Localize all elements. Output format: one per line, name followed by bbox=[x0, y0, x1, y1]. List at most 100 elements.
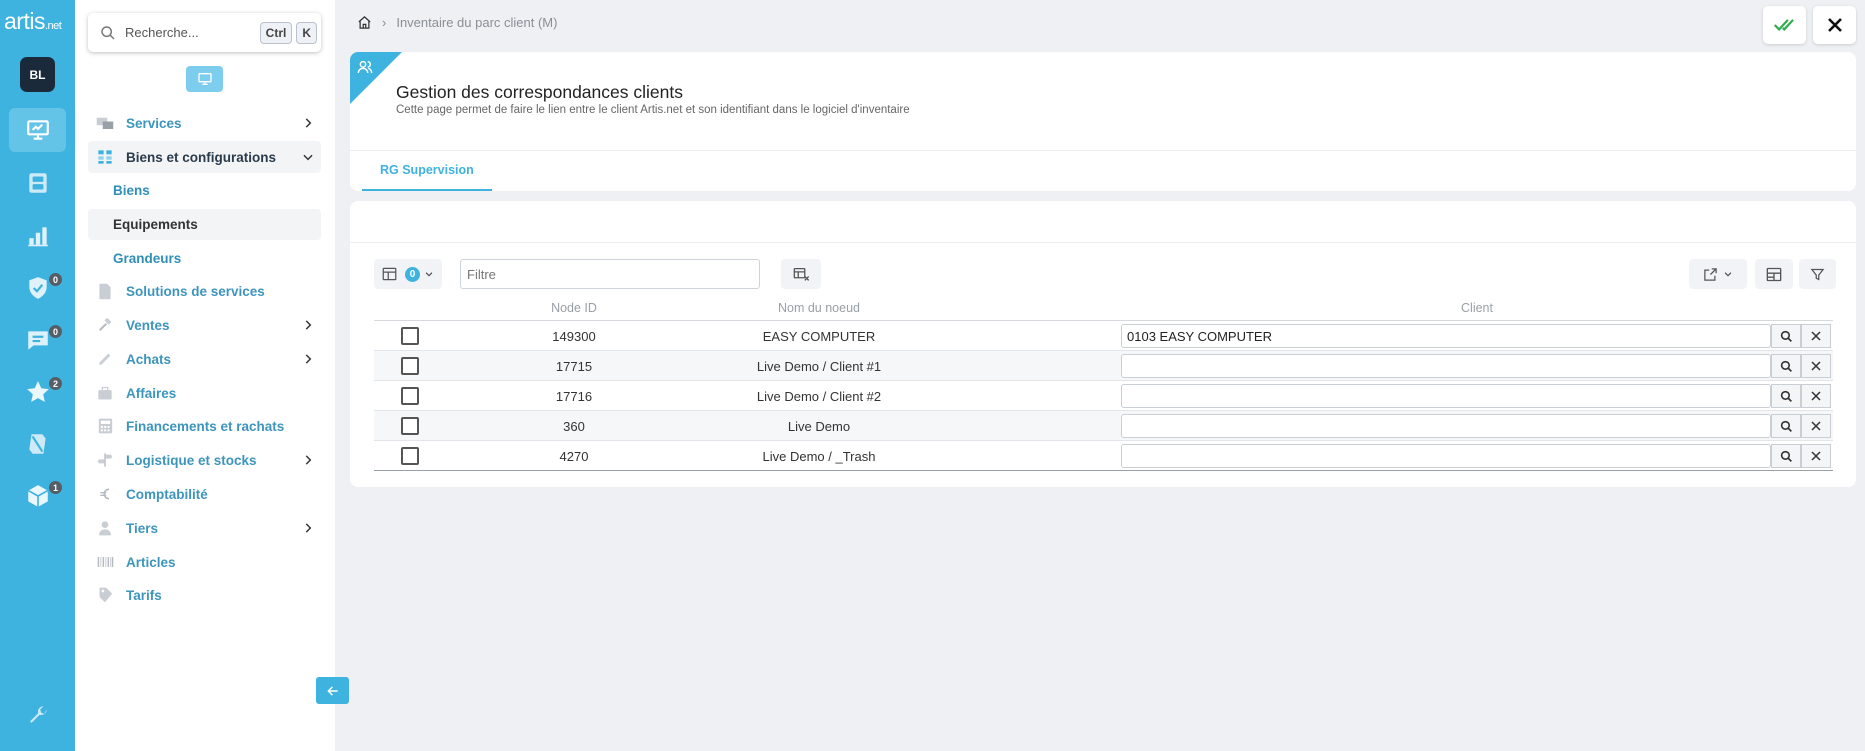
app-rail: artis.net BL 0 0 2 1 bbox=[0, 0, 75, 751]
clear-filter-button[interactable] bbox=[781, 259, 821, 289]
monitor-icon bbox=[26, 120, 49, 140]
client-field[interactable] bbox=[1121, 384, 1771, 408]
sidebar-item-affaires[interactable]: Affaires bbox=[88, 377, 321, 409]
client-field[interactable] bbox=[1121, 444, 1771, 468]
sidebar-subitem-biens[interactable]: Biens bbox=[88, 175, 321, 206]
client-clear-button[interactable] bbox=[1801, 444, 1831, 468]
filter-input[interactable] bbox=[460, 259, 760, 289]
client-clear-button[interactable] bbox=[1801, 384, 1831, 408]
columns-icon bbox=[1766, 267, 1782, 281]
favorites-badge: 2 bbox=[48, 376, 63, 391]
document-icon bbox=[96, 282, 114, 300]
table-header: Node ID Nom du noeud Client bbox=[374, 297, 1833, 321]
sidebar-item-label: Tiers bbox=[126, 520, 159, 536]
column-header-node-id[interactable]: Node ID bbox=[524, 301, 624, 315]
breadcrumb-current[interactable]: Inventaire du parc client (M) bbox=[396, 15, 557, 30]
rail-monitor-button[interactable] bbox=[9, 108, 66, 152]
column-header-node-name[interactable]: Nom du noeud bbox=[689, 301, 949, 315]
header-card: Gestion des correspondances clients Cett… bbox=[350, 52, 1856, 191]
row-checkbox[interactable] bbox=[401, 417, 419, 435]
sidebar-subitem-grandeurs[interactable]: Grandeurs bbox=[88, 243, 321, 274]
sidebar-item-services[interactable]: Services bbox=[88, 107, 321, 139]
client-search-button[interactable] bbox=[1771, 444, 1801, 468]
tab-rg-supervision[interactable]: RG Supervision bbox=[362, 151, 492, 191]
close-button[interactable] bbox=[1813, 6, 1856, 44]
sidebar-item-achats[interactable]: Achats bbox=[88, 343, 321, 375]
barcode-icon bbox=[96, 553, 114, 571]
sidebar-item-logistique[interactable]: Logistique et stocks bbox=[88, 444, 321, 476]
close-icon bbox=[1811, 391, 1821, 401]
client-search-button[interactable] bbox=[1771, 384, 1801, 408]
chevron-right-icon bbox=[305, 523, 312, 533]
monitor-icon bbox=[197, 73, 212, 85]
row-checkbox[interactable] bbox=[401, 357, 419, 375]
client-clear-button[interactable] bbox=[1801, 414, 1831, 438]
table-card: 0 Node ID Nom du noeud Client 149300 EAS… bbox=[350, 201, 1856, 487]
selected-count-badge: 0 bbox=[405, 266, 420, 282]
sidebar-subitem-equipements[interactable]: Equipements bbox=[88, 209, 321, 240]
rail-favorites-button[interactable]: 2 bbox=[9, 370, 66, 414]
signpost-icon bbox=[96, 451, 114, 469]
rail-assets-button[interactable] bbox=[9, 161, 66, 205]
row-checkbox[interactable] bbox=[401, 387, 419, 405]
client-field[interactable]: 0103 EASY COMPUTER bbox=[1121, 324, 1771, 348]
rail-packages-button[interactable]: 1 bbox=[9, 474, 66, 518]
search-icon bbox=[1780, 450, 1792, 462]
sidebar-item-tiers[interactable]: Tiers bbox=[88, 512, 321, 544]
search-box[interactable]: Recherche... Ctrl K bbox=[88, 13, 321, 52]
funnel-icon bbox=[1810, 268, 1825, 281]
search-icon bbox=[1780, 390, 1792, 402]
external-link-icon bbox=[1704, 267, 1717, 281]
rail-settings-button[interactable] bbox=[9, 694, 66, 738]
table-card-divider bbox=[350, 242, 1856, 243]
rail-stats-button[interactable] bbox=[9, 214, 66, 258]
chevron-down-icon bbox=[425, 272, 433, 277]
layout-button[interactable] bbox=[1755, 259, 1793, 289]
client-clear-button[interactable] bbox=[1801, 354, 1831, 378]
scroll-icon bbox=[28, 434, 46, 454]
node-id-cell: 149300 bbox=[552, 328, 596, 344]
sidebar-item-tarifs[interactable]: Tarifs bbox=[88, 579, 321, 611]
sidebar-item-label: Ventes bbox=[126, 317, 170, 333]
collapse-sidebar-button[interactable] bbox=[316, 677, 349, 704]
filter-button[interactable] bbox=[1799, 259, 1836, 289]
sidebar-item-label: Biens et configurations bbox=[126, 149, 277, 165]
sidebar-item-biens-configurations[interactable]: Biens et configurations bbox=[88, 141, 321, 173]
home-icon[interactable] bbox=[357, 15, 372, 30]
user-avatar[interactable]: BL bbox=[20, 57, 55, 92]
shortcut-k-key: K bbox=[296, 21, 317, 44]
rail-scripts-button[interactable] bbox=[9, 422, 66, 466]
artis-logo[interactable]: artis.net bbox=[4, 8, 62, 35]
client-search-button[interactable] bbox=[1771, 324, 1801, 348]
row-checkbox[interactable] bbox=[401, 447, 419, 465]
context-monitor-button[interactable] bbox=[186, 66, 223, 92]
sidebar-item-solutions[interactable]: Solutions de services bbox=[88, 275, 321, 307]
table-row: 4270 Live Demo / _Trash bbox=[374, 441, 1833, 471]
export-button[interactable] bbox=[1689, 259, 1747, 289]
sidebar-item-articles[interactable]: Articles bbox=[88, 546, 321, 578]
breadcrumb: › Inventaire du parc client (M) bbox=[357, 15, 557, 30]
close-icon bbox=[1811, 421, 1821, 431]
page-subtitle: Cette page permet de faire le lien entre… bbox=[396, 104, 910, 116]
sidebar: Recherche... Ctrl K Services Biens et co… bbox=[75, 0, 335, 751]
column-selection-button[interactable]: 0 bbox=[374, 259, 442, 289]
sidebar-item-label: Services bbox=[126, 115, 182, 131]
rail-checks-button[interactable]: 0 bbox=[9, 266, 66, 310]
client-search-button[interactable] bbox=[1771, 414, 1801, 438]
sidebar-item-comptabilite[interactable]: Comptabilité bbox=[88, 478, 321, 510]
node-id-cell: 4270 bbox=[559, 448, 589, 464]
briefcase-icon bbox=[96, 384, 114, 402]
client-field[interactable] bbox=[1121, 414, 1771, 438]
sidebar-item-ventes[interactable]: Ventes bbox=[88, 309, 321, 341]
row-checkbox[interactable] bbox=[401, 327, 419, 345]
sidebar-item-financements[interactable]: Financements et rachats bbox=[88, 410, 321, 442]
grid-icon bbox=[96, 148, 114, 166]
column-header-client[interactable]: Client bbox=[1121, 301, 1833, 315]
client-clear-button[interactable] bbox=[1801, 324, 1831, 348]
page-title: Gestion des correspondances clients bbox=[396, 82, 683, 102]
validate-button[interactable] bbox=[1763, 6, 1806, 44]
client-search-button[interactable] bbox=[1771, 354, 1801, 378]
sidebar-item-label: Articles bbox=[126, 554, 176, 570]
rail-messages-button[interactable]: 0 bbox=[9, 318, 66, 362]
client-field[interactable] bbox=[1121, 354, 1771, 378]
